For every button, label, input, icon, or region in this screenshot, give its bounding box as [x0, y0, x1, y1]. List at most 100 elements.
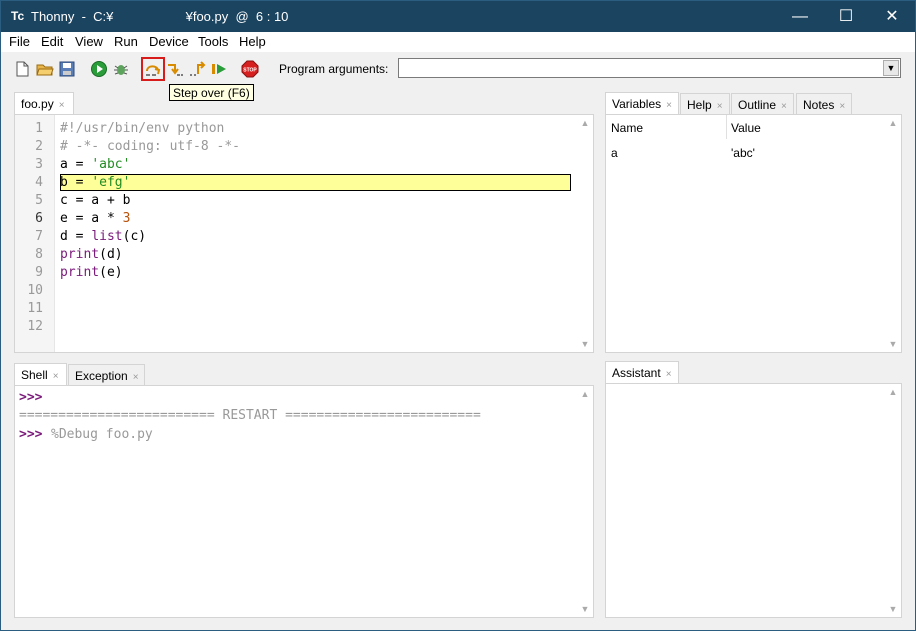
- editor-scrollbar[interactable]: ▲ ▼: [577, 115, 593, 352]
- scroll-up-icon[interactable]: ▲: [577, 115, 593, 131]
- code-token: 'efg': [91, 175, 131, 190]
- close-button[interactable]: ✕: [869, 1, 915, 32]
- stop-icon[interactable]: STOP: [241, 60, 259, 78]
- close-tab-icon[interactable]: ×: [133, 372, 139, 383]
- line-number: 4: [35, 175, 43, 190]
- shell-pane[interactable]: >>> ========================= RESTART ==…: [14, 385, 594, 618]
- column-header-name[interactable]: Name: [611, 121, 643, 135]
- close-tab-icon[interactable]: ×: [717, 101, 723, 112]
- save-icon[interactable]: [58, 60, 76, 78]
- close-tab-icon[interactable]: ×: [59, 100, 65, 111]
- new-file-icon[interactable]: [13, 60, 31, 78]
- variable-value[interactable]: 'abc': [731, 146, 755, 160]
- line-number-current: 6: [35, 211, 43, 226]
- chevron-down-icon[interactable]: ▼: [883, 60, 899, 76]
- code-token: d =: [60, 229, 92, 244]
- scroll-down-icon[interactable]: ▼: [577, 336, 593, 352]
- variables-scrollbar[interactable]: ▲ ▼: [885, 115, 901, 352]
- run-icon[interactable]: [90, 60, 108, 78]
- tab-exception[interactable]: Exception ×: [68, 364, 145, 386]
- menu-run[interactable]: Run: [114, 34, 138, 49]
- code-line[interactable]: #!/usr/bin/env python: [60, 120, 224, 138]
- code-line[interactable]: c = a + b: [60, 192, 130, 210]
- code-token: (e): [99, 265, 123, 280]
- close-tab-icon[interactable]: ×: [666, 369, 672, 380]
- resume-icon[interactable]: [210, 60, 228, 78]
- menu-view[interactable]: View: [75, 34, 103, 49]
- step-over-tooltip: Step over (F6): [169, 84, 254, 101]
- scroll-up-icon[interactable]: ▲: [885, 384, 901, 400]
- line-number: 9: [35, 265, 43, 280]
- line-number: 8: [35, 247, 43, 262]
- line-number: 3: [35, 157, 43, 172]
- code-token: print: [60, 265, 100, 280]
- menu-tools[interactable]: Tools: [198, 34, 228, 49]
- tab-outline[interactable]: Outline ×: [731, 93, 794, 115]
- tab-shell[interactable]: Shell ×: [14, 363, 67, 385]
- close-tab-icon[interactable]: ×: [53, 371, 59, 382]
- open-file-icon[interactable]: [36, 60, 54, 78]
- code-token: print: [60, 247, 100, 262]
- menu-device[interactable]: Device: [149, 34, 189, 49]
- menu-edit[interactable]: Edit: [41, 34, 63, 49]
- assistant-scrollbar[interactable]: ▲ ▼: [885, 384, 901, 617]
- program-arguments-combobox[interactable]: ▼: [398, 58, 901, 78]
- close-tab-icon[interactable]: ×: [666, 100, 672, 111]
- code-line[interactable]: print(d): [60, 246, 123, 264]
- scroll-down-icon[interactable]: ▼: [885, 601, 901, 617]
- code-editor[interactable]: 1 2 3 4 5 6 7 8 9 10 11 12 #!/usr/bin/en…: [14, 114, 594, 353]
- tab-notes[interactable]: Notes ×: [796, 93, 852, 115]
- menu-help[interactable]: Help: [239, 34, 266, 49]
- code-token: 3: [122, 211, 131, 226]
- tab-label: Assistant: [612, 366, 661, 380]
- shell-prompt: >>>: [19, 390, 43, 405]
- code-line[interactable]: print(e): [60, 264, 123, 282]
- scroll-up-icon[interactable]: ▲: [885, 115, 901, 131]
- code-token: # -*- coding: utf-8 -*-: [60, 139, 241, 154]
- code-line[interactable]: e = a * 3: [60, 210, 130, 228]
- code-token: list: [91, 229, 123, 244]
- menu-file[interactable]: File: [9, 34, 30, 49]
- code-line[interactable]: # -*- coding: utf-8 -*-: [60, 138, 240, 156]
- line-number: 7: [35, 229, 43, 244]
- step-over-icon[interactable]: [141, 57, 165, 81]
- line-number: 10: [27, 283, 43, 298]
- code-line[interactable]: b = 'efg': [60, 174, 130, 192]
- shell-scrollbar[interactable]: ▲ ▼: [577, 386, 593, 617]
- code-line[interactable]: d = list(c): [60, 228, 146, 246]
- column-separator[interactable]: [726, 115, 727, 139]
- assistant-pane: ▲ ▼: [605, 383, 902, 618]
- close-tab-icon[interactable]: ×: [781, 101, 787, 112]
- step-out-icon[interactable]: [188, 60, 206, 78]
- shell-command: %Debug foo.py: [51, 427, 153, 442]
- scroll-down-icon[interactable]: ▼: [885, 336, 901, 352]
- code-token: c = a + b: [60, 193, 131, 208]
- debug-icon[interactable]: [112, 60, 130, 78]
- code-token: 'abc': [91, 157, 131, 172]
- tab-label: foo.py: [21, 97, 54, 111]
- line-number-gutter: 1 2 3 4 5 6 7 8 9 10 11 12: [15, 115, 55, 352]
- scroll-up-icon[interactable]: ▲: [577, 386, 593, 402]
- tab-variables[interactable]: Variables ×: [605, 92, 679, 114]
- variable-name[interactable]: a: [611, 146, 618, 160]
- close-tab-icon[interactable]: ×: [839, 101, 845, 112]
- shell-prompt: >>>: [19, 427, 43, 442]
- line-number: 2: [35, 139, 43, 154]
- tab-help[interactable]: Help ×: [680, 93, 730, 115]
- window-title: Thonny - C:¥ ¥foo.py @ 6 : 10: [31, 9, 289, 24]
- minimize-button[interactable]: —: [777, 1, 823, 32]
- current-statement-highlight: [60, 174, 571, 191]
- tab-assistant[interactable]: Assistant ×: [605, 361, 679, 383]
- scroll-down-icon[interactable]: ▼: [577, 601, 593, 617]
- tab-foo-py[interactable]: foo.py ×: [14, 92, 74, 114]
- program-arguments-label: Program arguments:: [279, 62, 389, 76]
- code-token: (d): [99, 247, 123, 262]
- maximize-button[interactable]: ☐: [823, 1, 869, 32]
- line-number: 11: [27, 301, 43, 316]
- code-line[interactable]: a = 'abc': [60, 156, 130, 174]
- step-into-icon[interactable]: [166, 60, 184, 78]
- code-token: e = a *: [60, 211, 123, 226]
- title-bar[interactable]: Tc Thonny - C:¥ ¥foo.py @ 6 : 10 — ☐ ✕: [1, 1, 915, 32]
- code-token: b =: [60, 175, 92, 190]
- column-header-value[interactable]: Value: [731, 121, 761, 135]
